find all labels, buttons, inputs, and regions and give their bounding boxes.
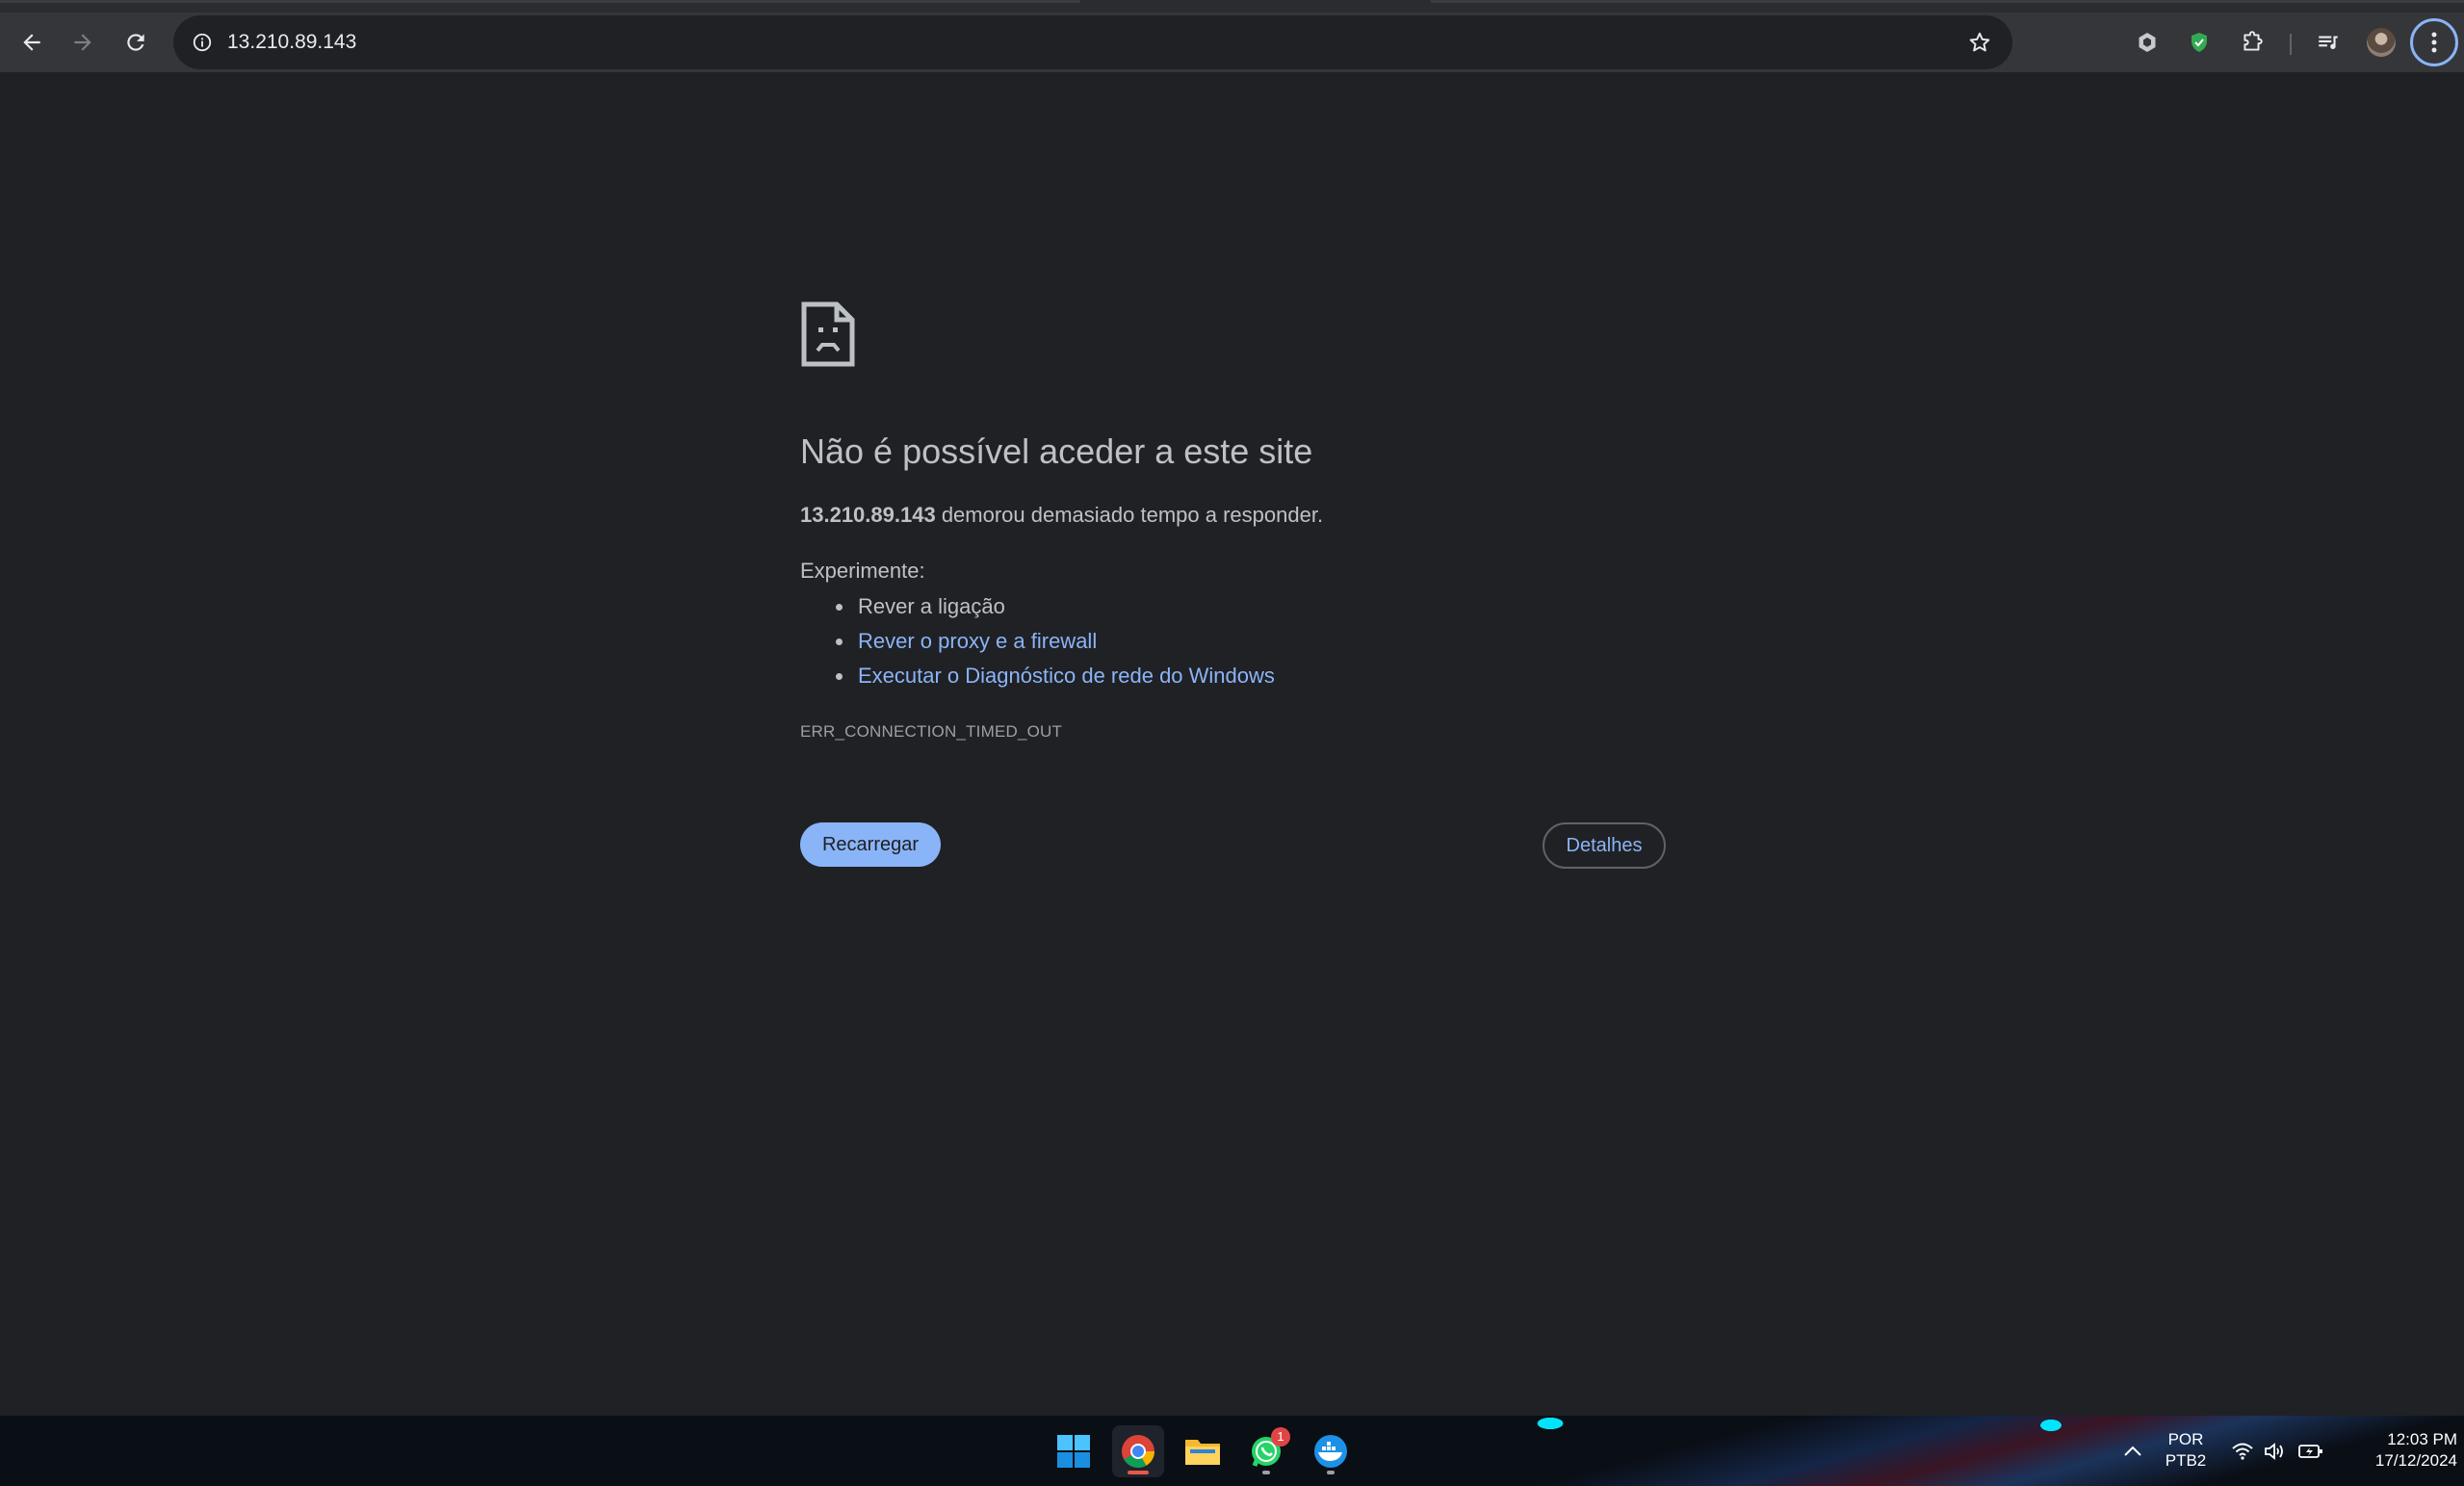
running-indicator — [1327, 1471, 1335, 1474]
clock[interactable]: 12:03 PM 17/12/2024 — [2342, 1429, 2457, 1472]
back-button[interactable] — [10, 20, 54, 65]
file-explorer-icon[interactable] — [1177, 1425, 1229, 1477]
wifi-icon[interactable] — [2226, 1435, 2259, 1468]
bookmark-star-icon[interactable] — [1964, 27, 1995, 58]
profile-avatar[interactable] — [2367, 28, 2396, 57]
language-indicator[interactable]: POR PTB2 — [2157, 1429, 2215, 1472]
suggestion-text: Rever a ligação — [858, 594, 1005, 618]
keyboard-layout: PTB2 — [2165, 1451, 2207, 1470]
kebab-menu-icon[interactable] — [2410, 18, 2458, 66]
taskbar: 1 POR PTB2 12:03 PM 17/12/2024 — [0, 1416, 2464, 1486]
chevron-up-icon[interactable] — [2116, 1435, 2149, 1468]
suggestion-check-connection: Rever a ligação — [800, 589, 1275, 624]
suggestion-link[interactable]: Rever o proxy e a firewall — [858, 629, 1097, 653]
details-button[interactable]: Detalhes — [1543, 822, 1666, 869]
shield-extension-icon[interactable] — [2183, 26, 2216, 59]
arrow-left-icon — [23, 34, 40, 51]
battery-icon[interactable] — [2295, 1435, 2327, 1468]
reload-page-button[interactable]: Recarregar — [800, 822, 941, 867]
bullet — [836, 604, 843, 611]
whatsapp-badge: 1 — [1271, 1427, 1290, 1447]
puzzle-icon[interactable] — [2236, 26, 2269, 59]
active-indicator — [1128, 1471, 1149, 1474]
suggestions-list: Rever a ligação Rever o proxy e a firewa… — [800, 589, 1275, 693]
browser-toolbar: 13.210.89.143 — [0, 13, 2464, 72]
error-title: Não é possível aceder a este site — [800, 431, 1313, 471]
chrome-taskbar-icon[interactable] — [1112, 1425, 1164, 1477]
clock-time: 12:03 PM — [2387, 1430, 2457, 1448]
arrow-right-icon — [74, 34, 91, 51]
url-text[interactable]: 13.210.89.143 — [227, 15, 356, 69]
suggestion-check-proxy-firewall[interactable]: Rever o proxy e a firewall — [800, 624, 1275, 659]
whatsapp-icon[interactable]: 1 — [1240, 1425, 1292, 1477]
reload-button[interactable] — [114, 20, 158, 65]
address-bar[interactable]: 13.210.89.143 — [173, 15, 2012, 69]
windows-start-icon[interactable] — [1048, 1425, 1100, 1477]
error-summary-text: demorou demasiado tempo a responder. — [935, 503, 1324, 527]
bullet — [836, 673, 843, 680]
toolbar-separator — [2290, 34, 2292, 55]
suggestion-link[interactable]: Executar o Diagnóstico de rede do Window… — [858, 664, 1275, 688]
media-queue-icon[interactable] — [2312, 26, 2345, 59]
tab-active-edge[interactable] — [0, 0, 1080, 3]
tab-inactive-edge[interactable] — [1431, 0, 2464, 3]
hexagon-extension-icon[interactable] — [2131, 26, 2164, 59]
error-summary: 13.210.89.143 demorou demasiado tempo a … — [800, 503, 1323, 528]
error-code: ERR_CONNECTION_TIMED_OUT — [800, 722, 1063, 741]
language-code: POR — [2167, 1430, 2204, 1448]
sad-document-icon — [801, 301, 855, 367]
error-host: 13.210.89.143 — [800, 503, 936, 527]
tab-strip — [0, 0, 2464, 13]
info-icon[interactable] — [187, 27, 218, 58]
bullet — [836, 639, 843, 645]
forward-button[interactable] — [61, 20, 105, 65]
chrome-icon — [1122, 1435, 1154, 1468]
running-indicator — [1262, 1471, 1270, 1474]
reload-icon — [127, 34, 144, 51]
clock-date: 17/12/2024 — [2374, 1451, 2457, 1470]
suggestion-run-diagnostics[interactable]: Executar o Diagnóstico de rede do Window… — [800, 659, 1275, 693]
suggestions-heading: Experimente: — [800, 559, 925, 583]
volume-icon[interactable] — [2259, 1435, 2292, 1468]
docker-icon[interactable] — [1305, 1425, 1357, 1477]
